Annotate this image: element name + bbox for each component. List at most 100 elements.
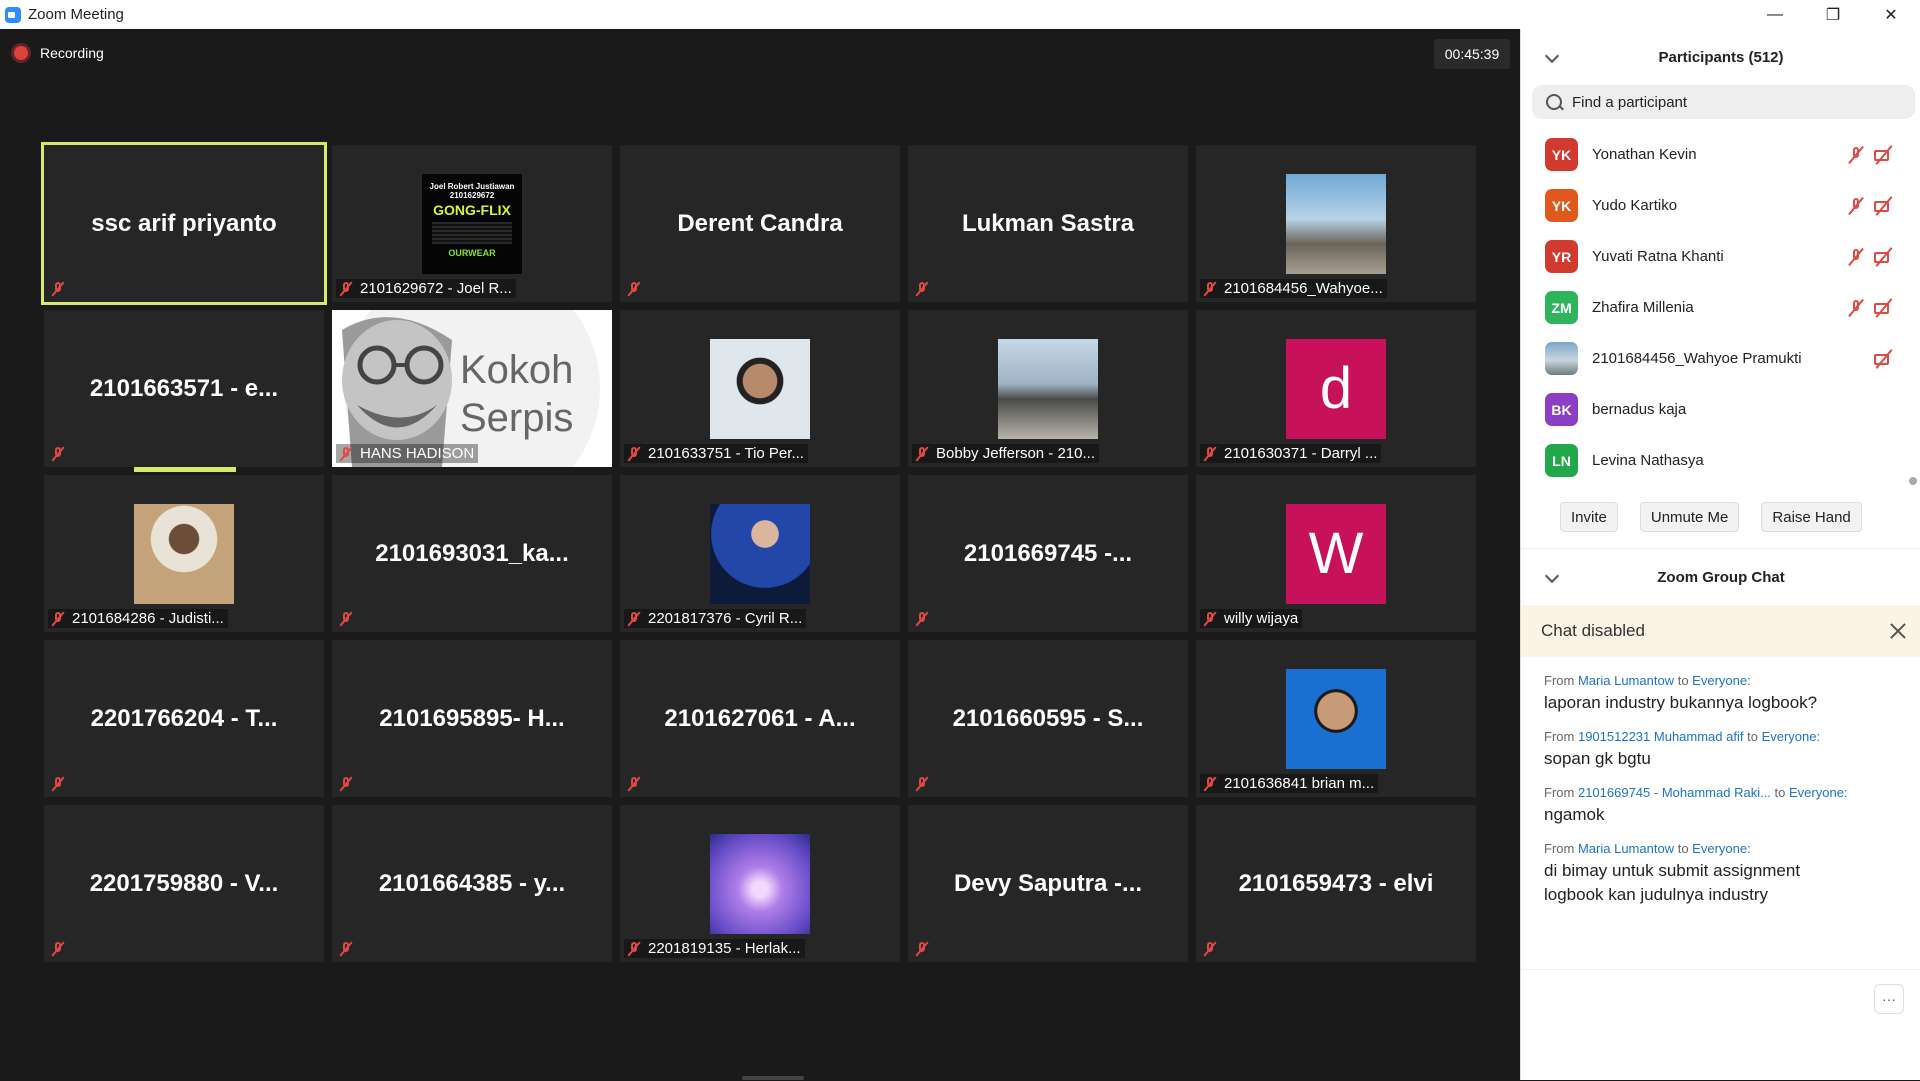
muted-mic-icon — [1202, 446, 1218, 462]
chat-header: Zoom Group Chat — [1521, 548, 1920, 605]
chat-message-meta: From Maria Lumantow to Everyone: — [1544, 841, 1751, 856]
muted-mic-icon — [1202, 776, 1218, 792]
sender-name[interactable]: Maria Lumantow — [1578, 673, 1674, 688]
raise-hand-button[interactable]: Raise Hand — [1761, 502, 1862, 532]
video-tile[interactable]: 2101695895- H... — [332, 640, 612, 797]
participant-display-name: 2101693031_ka... — [375, 539, 569, 567]
participant-display-name: 2201759880 - V... — [89, 869, 279, 897]
participant-status-icons — [1839, 299, 1895, 317]
participant-name: HANS HADISON — [360, 445, 475, 462]
muted-mic-icon — [50, 941, 66, 957]
participant-display-name: 2101627061 - A... — [664, 704, 856, 732]
sender-name[interactable]: Maria Lumantow — [1578, 841, 1674, 856]
profile-picture — [710, 338, 810, 439]
recording-indicator[interactable]: Recording — [14, 45, 104, 61]
chat-input-area: ··· — [1521, 969, 1920, 1081]
tile-name-label — [912, 280, 940, 298]
participant-search-input[interactable] — [1570, 92, 1874, 112]
muted-mic-icon — [1202, 611, 1218, 627]
collapse-participants-chevron-icon[interactable] — [1544, 48, 1560, 64]
video-tile[interactable]: 2101633751 - Tio Per... — [620, 310, 900, 467]
tile-name-label — [48, 775, 76, 793]
close-banner-icon[interactable] — [1889, 622, 1907, 640]
recipient-name[interactable]: Everyone: — [1692, 673, 1751, 688]
video-tile[interactable]: Bobby Jefferson - 210... — [908, 310, 1188, 467]
video-tile[interactable]: 2201817376 - Cyril R... — [620, 475, 900, 632]
participant-row[interactable]: YK Yonathan Kevin — [1521, 129, 1920, 180]
video-tile[interactable]: 2101669745 -... — [908, 475, 1188, 632]
video-tile[interactable]: 2101627061 - A... — [620, 640, 900, 797]
video-tile[interactable]: d 2101630371 - Darryl ... — [1196, 310, 1476, 467]
restore-button[interactable]: ❐ — [1804, 0, 1862, 29]
video-tile[interactable]: 2101663571 - e... — [44, 310, 324, 467]
participant-list[interactable]: YK Yonathan Kevin YK Yudo Kartiko YR Yuvati R… — [1521, 129, 1920, 484]
video-tile[interactable]: 2101660595 - S... — [908, 640, 1188, 797]
profile-picture: Joel Robert Justiawan 2101629672 GONG-FLIX… — [422, 173, 522, 274]
video-tile[interactable]: 2201819135 - Herlak... — [620, 805, 900, 962]
participant-name: bernadus kaja — [1592, 401, 1687, 418]
video-tile[interactable]: 2101664385 - y... — [332, 805, 612, 962]
video-tile[interactable]: Kokoh Serpis HANS HADISON — [332, 310, 612, 467]
participant-search[interactable] — [1532, 85, 1915, 119]
chat-message: From 2101669745 - Mohammad Raki... to Ev… — [1544, 785, 1920, 827]
video-tile[interactable]: 2101636841 brian m... — [1196, 640, 1476, 797]
recording-label: Recording — [40, 45, 104, 61]
chat-disabled-banner: Chat disabled — [1521, 605, 1920, 657]
video-tile[interactable]: 2101684456_Wahyoe... — [1196, 145, 1476, 302]
muted-mic-icon — [1847, 146, 1865, 164]
participant-name: 2101630371 - Darryl ... — [1224, 445, 1378, 462]
avatar: YR — [1545, 240, 1578, 273]
chat-message: From 1901512231 Muhammad afif to Everyon… — [1544, 729, 1920, 771]
recipient-name[interactable]: Everyone: — [1692, 841, 1751, 856]
recipient-name[interactable]: Everyone: — [1762, 729, 1821, 744]
recording-dot-icon — [14, 46, 28, 60]
participant-list-scrollbar[interactable] — [1909, 477, 1917, 485]
participant-name: Yuvati Ratna Khanti — [1592, 248, 1724, 265]
avatar — [1545, 342, 1578, 375]
participant-row[interactable]: BK bernadus kaja — [1521, 384, 1920, 435]
sender-name[interactable]: 1901512231 Muhammad afif — [1578, 729, 1744, 744]
more-options-button[interactable]: ··· — [1874, 984, 1904, 1014]
minimize-button[interactable]: — — [1746, 0, 1804, 29]
participant-row[interactable]: LN Levina Nathasya — [1521, 435, 1920, 486]
video-tile[interactable]: 2101693031_ka... — [332, 475, 612, 632]
invite-button[interactable]: Invite — [1560, 502, 1618, 532]
video-tile[interactable]: Derent Candra — [620, 145, 900, 302]
video-tile[interactable]: 2201766204 - T... — [44, 640, 324, 797]
muted-mic-icon — [50, 611, 66, 627]
chat-message-text: sopan gk bgtu — [1544, 749, 1651, 768]
video-tile[interactable]: ssc arif priyanto — [41, 142, 327, 305]
video-tile[interactable]: Wwilly wijaya — [1196, 475, 1476, 632]
video-tile[interactable]: Lukman Sastra — [908, 145, 1188, 302]
close-window-button[interactable]: ✕ — [1862, 0, 1920, 29]
side-panel: Participants (512) YK Yonathan Kevin YK Yud… — [1520, 29, 1920, 1080]
gallery-page-handle[interactable] — [742, 1076, 804, 1080]
chat-messages[interactable]: From Maria Lumantow to Everyone: laporan … — [1521, 657, 1920, 963]
video-tile[interactable]: 2201759880 - V... — [44, 805, 324, 962]
profile-picture — [1286, 173, 1386, 274]
collapse-chat-chevron-icon[interactable] — [1544, 568, 1560, 584]
muted-mic-icon — [914, 446, 930, 462]
muted-mic-icon — [1202, 281, 1218, 297]
meeting-timer: 00:45:39 — [1434, 39, 1510, 69]
tile-name-label — [912, 940, 940, 958]
participant-row[interactable]: YK Yudo Kartiko — [1521, 180, 1920, 231]
tile-name-label — [48, 280, 76, 298]
participant-name: 2101629672 - Joel R... — [360, 280, 512, 297]
recipient-name[interactable]: Everyone: — [1789, 785, 1848, 800]
participant-row[interactable]: 2101684456_Wahyoe Pramukti — [1521, 333, 1920, 384]
muted-mic-icon — [50, 281, 66, 297]
participant-row[interactable]: YR Yuvati Ratna Khanti — [1521, 231, 1920, 282]
unmute-me-button[interactable]: Unmute Me — [1639, 502, 1740, 532]
participant-name: 2101684286 - Judisti... — [72, 610, 224, 627]
sender-name[interactable]: 2101669745 - Mohammad Raki... — [1578, 785, 1771, 800]
video-tile[interactable]: Joel Robert Justiawan 2101629672 GONG-FLIX… — [332, 145, 612, 302]
kokoh-text: Kokoh Serpis — [460, 348, 574, 440]
participant-status-icons — [1839, 197, 1895, 215]
video-tile[interactable]: Devy Saputra -... — [908, 805, 1188, 962]
video-tile[interactable]: 2101684286 - Judisti... — [44, 475, 324, 632]
muted-mic-icon — [626, 446, 642, 462]
participant-row[interactable]: ZM Zhafira Millenia — [1521, 282, 1920, 333]
tile-name-label — [48, 445, 76, 463]
video-tile[interactable]: 2101659473 - elvi — [1196, 805, 1476, 962]
